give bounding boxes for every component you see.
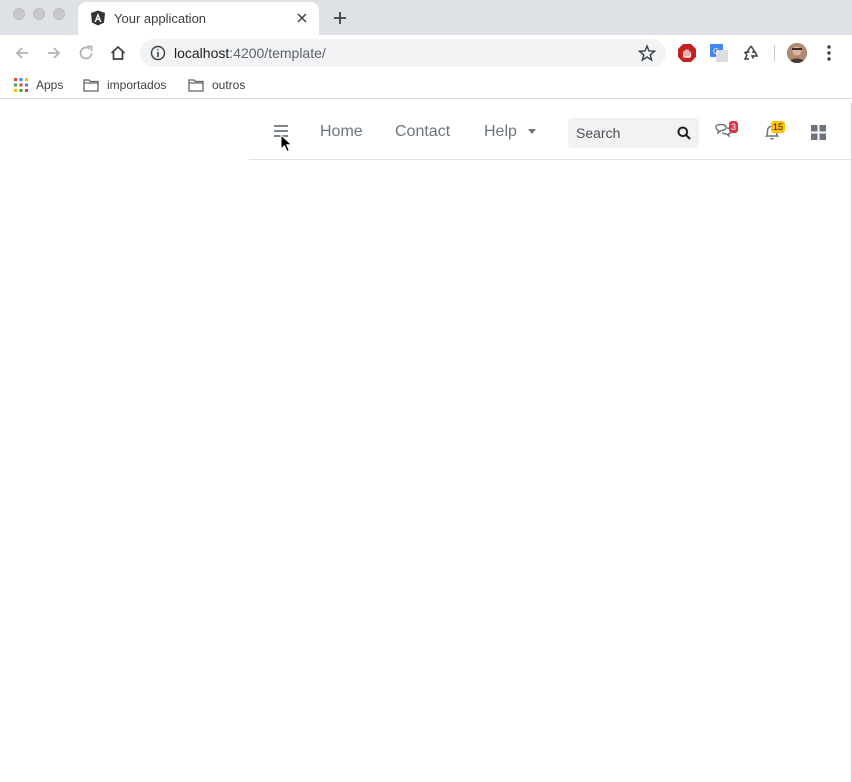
url-path: :4200/template/	[229, 45, 326, 61]
back-icon[interactable]	[13, 44, 31, 62]
page-viewport: Home Contact Help 3 15	[0, 103, 852, 782]
toolbar-divider	[774, 45, 775, 61]
google-translate-icon[interactable]: G	[709, 43, 729, 63]
bookmark-apps[interactable]: Apps	[14, 76, 63, 94]
bookmark-label: Apps	[36, 78, 64, 92]
messages-count-badge: 3	[729, 121, 739, 133]
window-close-button[interactable]	[13, 8, 25, 20]
hamburger-menu-icon[interactable]	[273, 124, 289, 138]
browser-tab-strip: Your application	[0, 0, 852, 35]
notifications-count-badge: 15	[771, 121, 786, 133]
site-info-icon[interactable]	[150, 45, 166, 61]
bookmark-label: outros	[212, 78, 246, 92]
avatar-image-icon	[787, 43, 807, 63]
search-form	[568, 118, 699, 148]
nav-link-contact[interactable]: Contact	[395, 123, 450, 141]
angular-icon	[91, 10, 105, 26]
url-text: localhost:4200/template/	[174, 45, 326, 61]
nav-link-home[interactable]: Home	[320, 123, 363, 141]
window-maximize-button[interactable]	[53, 8, 65, 20]
bookmark-label: importados	[107, 78, 167, 92]
folder-icon	[188, 79, 204, 92]
bookmark-folder-outros[interactable]: outros	[188, 76, 245, 94]
search-icon[interactable]	[677, 126, 691, 140]
address-bar[interactable]: localhost:4200/template/	[140, 39, 666, 67]
recycle-icon[interactable]	[741, 43, 761, 63]
new-tab-icon[interactable]	[331, 9, 349, 27]
chevron-down-icon	[528, 129, 536, 134]
adblock-icon[interactable]	[677, 43, 697, 63]
app-navbar: Home Contact Help 3 15	[249, 103, 852, 160]
browser-tab[interactable]: Your application	[78, 2, 319, 35]
svg-text:G: G	[713, 47, 719, 56]
tab-close-icon[interactable]	[294, 10, 310, 26]
apps-grid-icon	[14, 78, 28, 92]
bookmark-star-icon[interactable]	[638, 44, 656, 62]
search-input[interactable]	[568, 118, 668, 148]
window-minimize-button[interactable]	[33, 8, 45, 20]
bookmark-folder-importados[interactable]: importados	[83, 76, 166, 94]
home-icon[interactable]	[109, 44, 127, 62]
browser-toolbar: localhost:4200/template/ G	[0, 35, 852, 71]
browser-menu-icon[interactable]	[821, 43, 837, 63]
tab-title: Your application	[114, 11, 207, 26]
url-host: localhost	[174, 45, 230, 61]
nav-dropdown-help[interactable]: Help	[484, 123, 517, 141]
apps-grid-icon[interactable]	[811, 125, 826, 140]
forward-icon[interactable]	[45, 44, 63, 62]
bookmarks-bar: Apps importados outros	[0, 71, 852, 99]
folder-icon	[83, 79, 99, 92]
reload-icon[interactable]	[77, 44, 95, 62]
profile-avatar[interactable]	[787, 43, 807, 63]
